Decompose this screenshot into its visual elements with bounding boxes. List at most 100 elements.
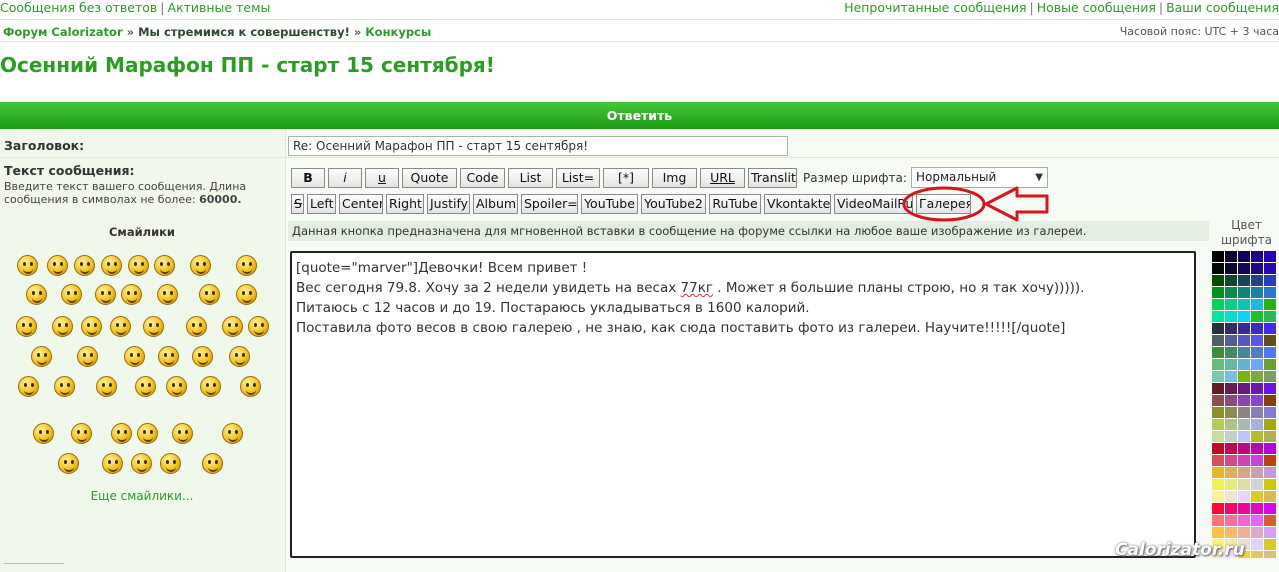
color-swatch[interactable] (1225, 407, 1238, 419)
color-swatch[interactable] (1238, 419, 1251, 431)
smiley-icon[interactable] (172, 423, 193, 444)
color-swatch[interactable] (1251, 395, 1264, 407)
color-swatch[interactable] (1225, 503, 1238, 515)
color-swatch[interactable] (1251, 491, 1264, 503)
color-swatch[interactable] (1212, 383, 1225, 395)
justify-button[interactable]: Justify (427, 194, 470, 214)
subject-input[interactable] (288, 136, 788, 156)
color-swatch[interactable] (1264, 491, 1277, 503)
color-swatch[interactable] (1212, 347, 1225, 359)
color-swatch[interactable] (1238, 491, 1251, 503)
color-swatch[interactable] (1264, 287, 1277, 299)
smiley-icon[interactable] (135, 376, 156, 397)
smiley-icon[interactable] (52, 316, 73, 337)
color-swatch[interactable] (1251, 443, 1264, 455)
color-swatch[interactable] (1225, 383, 1238, 395)
color-swatch[interactable] (1225, 467, 1238, 479)
smiley-icon[interactable] (95, 284, 116, 305)
align-left-button[interactable]: Left (307, 194, 336, 214)
smiley-icon[interactable] (17, 255, 38, 276)
color-swatch[interactable] (1264, 383, 1277, 395)
unanswered-posts-link[interactable]: Сообщения без ответов (0, 0, 157, 15)
color-swatch[interactable] (1251, 515, 1264, 527)
list-item-button[interactable]: [*] (603, 168, 649, 188)
smiley-icon[interactable] (186, 316, 207, 337)
color-swatch[interactable] (1238, 323, 1251, 335)
smiley-icon[interactable] (137, 423, 158, 444)
color-swatch[interactable] (1238, 407, 1251, 419)
color-swatch[interactable] (1251, 467, 1264, 479)
color-swatch[interactable] (1212, 395, 1225, 407)
color-swatch[interactable] (1225, 347, 1238, 359)
color-swatch[interactable] (1264, 419, 1277, 431)
smiley-icon[interactable] (26, 284, 47, 305)
code-button[interactable]: Code (460, 168, 505, 188)
more-smileys-link[interactable]: Еще смайлики... (0, 489, 284, 503)
color-swatch[interactable] (1212, 407, 1225, 419)
color-swatch[interactable] (1264, 359, 1277, 371)
color-swatch[interactable] (1264, 551, 1277, 558)
smiley-icon[interactable] (71, 423, 92, 444)
color-swatch[interactable] (1264, 479, 1277, 491)
color-swatch[interactable] (1212, 479, 1225, 491)
color-swatch[interactable] (1264, 335, 1277, 347)
color-swatch[interactable] (1212, 515, 1225, 527)
url-button[interactable]: URL (700, 168, 745, 188)
color-swatch[interactable] (1251, 383, 1264, 395)
smiley-icon[interactable] (229, 346, 250, 367)
gallery-button[interactable]: Галерея (916, 194, 971, 214)
message-textarea[interactable]: [quote="marver"]Девочки! Всем привет ! В… (290, 251, 1196, 558)
color-swatch[interactable] (1251, 287, 1264, 299)
youtube-button[interactable]: YouTube (581, 194, 638, 214)
color-swatch[interactable] (1225, 455, 1238, 467)
bold-button[interactable]: B (291, 168, 325, 188)
color-swatch[interactable] (1251, 455, 1264, 467)
color-swatch[interactable] (1264, 515, 1277, 527)
color-swatch[interactable] (1264, 323, 1277, 335)
color-swatch[interactable] (1264, 539, 1277, 551)
color-swatch[interactable] (1212, 323, 1225, 335)
color-swatch[interactable] (1238, 359, 1251, 371)
smiley-icon[interactable] (200, 376, 221, 397)
smiley-icon[interactable] (31, 346, 52, 367)
color-swatch[interactable] (1264, 299, 1277, 311)
color-swatch[interactable] (1251, 359, 1264, 371)
color-swatch[interactable] (1238, 251, 1251, 263)
color-swatch[interactable] (1264, 407, 1277, 419)
breadcrumb-forum[interactable]: Форум Calorizator (3, 25, 123, 39)
color-swatch[interactable] (1212, 419, 1225, 431)
color-swatch[interactable] (1212, 311, 1225, 323)
list-button[interactable]: List (508, 168, 553, 188)
color-swatch[interactable] (1212, 503, 1225, 515)
ordered-list-button[interactable]: List= (556, 168, 600, 188)
smiley-icon[interactable] (190, 255, 211, 276)
smiley-icon[interactable] (131, 453, 152, 474)
color-swatch[interactable] (1251, 479, 1264, 491)
color-swatch[interactable] (1225, 371, 1238, 383)
videomailru-button[interactable]: VideoMailRu (834, 194, 913, 214)
color-swatch[interactable] (1225, 335, 1238, 347)
smiley-icon[interactable] (192, 346, 213, 367)
smiley-icon[interactable] (143, 316, 164, 337)
unread-posts-link[interactable]: Непрочитанные сообщения (844, 0, 1026, 15)
smiley-icon[interactable] (77, 346, 98, 367)
smiley-icon[interactable] (101, 255, 122, 276)
color-swatch[interactable] (1238, 371, 1251, 383)
color-swatch[interactable] (1251, 311, 1264, 323)
color-swatch[interactable] (1225, 443, 1238, 455)
align-center-button[interactable]: Center (339, 194, 383, 214)
font-color-palette[interactable] (1212, 251, 1279, 558)
color-swatch[interactable] (1238, 395, 1251, 407)
smiley-icon[interactable] (47, 255, 68, 276)
color-swatch[interactable] (1225, 263, 1238, 275)
new-posts-link[interactable]: Новые сообщения (1037, 0, 1156, 15)
smiley-icon[interactable] (157, 284, 178, 305)
color-swatch[interactable] (1212, 263, 1225, 275)
smiley-icon[interactable] (240, 376, 261, 397)
smiley-icon[interactable] (74, 255, 95, 276)
color-swatch[interactable] (1251, 275, 1264, 287)
color-swatch[interactable] (1264, 347, 1277, 359)
color-swatch[interactable] (1238, 335, 1251, 347)
color-swatch[interactable] (1251, 407, 1264, 419)
color-swatch[interactable] (1238, 467, 1251, 479)
